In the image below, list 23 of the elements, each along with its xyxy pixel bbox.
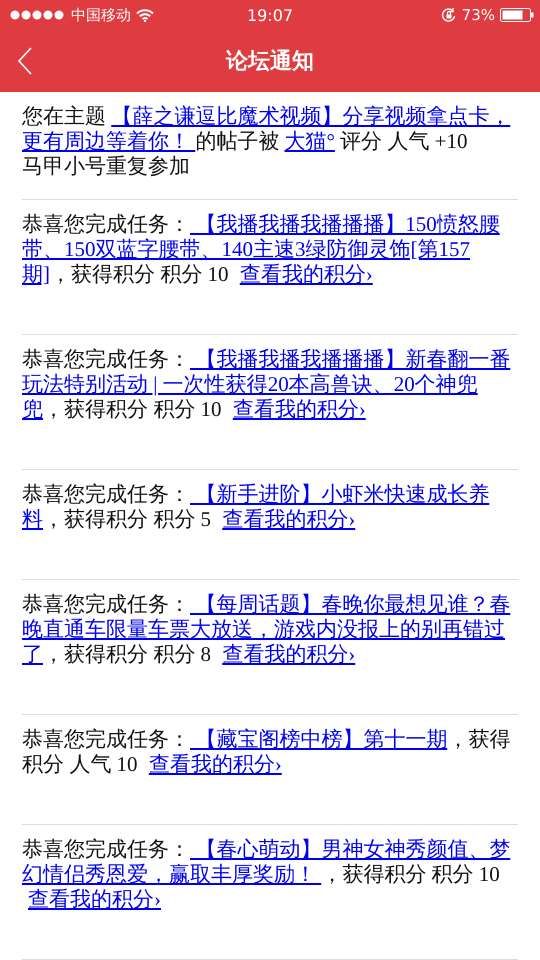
view-points-link[interactable]: 查看我的积分› bbox=[222, 507, 356, 531]
back-button[interactable] bbox=[18, 46, 34, 76]
notice-text: 恭喜您完成任务： 【春心萌动】男神女神秀颜值、梦幻情侣秀恩爱，赢取丰厚奖励！ ，获得积分 积分 10 查看我的积分› bbox=[22, 837, 512, 912]
signal-icon bbox=[10, 10, 66, 20]
notice-text: 恭喜您完成任务： 【新手进阶】小虾米快速成长养料，获得积分 积分 5 查看我的积分› bbox=[22, 482, 490, 532]
notice-text: 恭喜您完成任务： 【我播我播我播播播】150愤怒腰带、150双蓝字腰带、140主速3绿防御灵饰[第157期]，获得积分 积分 10 查看我的积分› bbox=[22, 212, 501, 287]
battery-icon bbox=[500, 8, 534, 22]
notice-note: 马甲小号重复参加 bbox=[22, 154, 191, 179]
battery-percent: 73% bbox=[462, 6, 495, 24]
view-points-link[interactable]: 查看我的积分› bbox=[232, 397, 366, 421]
notice-text: 恭喜您完成任务： 【每周话题】春晚你最想见谁？春晚直通车限量车票大放送，游戏内没报上的别再错过了，获得积分 积分 8 查看我的积分› bbox=[22, 592, 512, 667]
view-points-link[interactable]: 查看我的积分› bbox=[148, 752, 282, 776]
notice-text: 您在主题 【薛之谦逗比魔术视频】分享视频拿点卡，更有周边等着你！ 的帖子被 大猫° 评分 人气 +10 bbox=[22, 104, 512, 154]
wifi-icon bbox=[136, 8, 154, 22]
view-points-link[interactable]: 查看我的积分› bbox=[28, 887, 161, 911]
view-points-link[interactable]: 查看我的积分› bbox=[222, 642, 356, 666]
notice-text: 恭喜您完成任务： 【我播我播我播播播】新春翻一番玩法特别活动 | 一次性获得20本高兽诀、20个神兜兜，获得积分 积分 10 查看我的积分› bbox=[22, 347, 512, 422]
page-title: 论坛通知 bbox=[226, 48, 314, 76]
status-time: 19:07 bbox=[246, 6, 294, 24]
carrier-name: 中国移动 bbox=[71, 6, 131, 24]
rotation-lock-icon bbox=[440, 7, 457, 23]
notice-text: 恭喜您完成任务： 【藏宝阁榜中榜】第十一期，获得积分 人气 10 查看我的积分› bbox=[22, 727, 512, 777]
view-points-link[interactable]: 查看我的积分› bbox=[240, 262, 373, 286]
